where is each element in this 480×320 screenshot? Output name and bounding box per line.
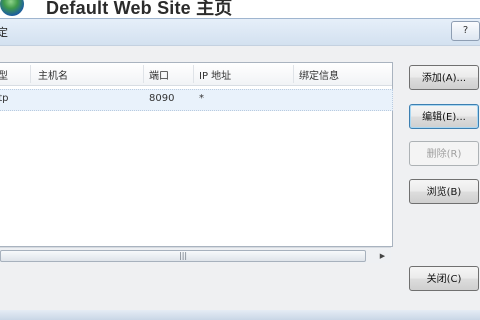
- column-header-type[interactable]: 类型: [0, 67, 8, 82]
- globe-icon: [0, 0, 24, 16]
- remove-button[interactable]: 删除(R): [409, 141, 479, 166]
- edit-button[interactable]: 编辑(E)...: [409, 104, 479, 129]
- column-header-ip[interactable]: IP 地址: [199, 67, 231, 82]
- dialog-titlebar: 绑定 ?: [0, 18, 480, 46]
- scroll-grip-icon: |||: [179, 251, 188, 260]
- bindings-dialog: 绑定 ? 类型 主机名 端口 IP 地址 绑定信息 http 8090 * ||…: [0, 18, 480, 320]
- column-separator[interactable]: [293, 65, 294, 83]
- table-row[interactable]: http 8090 *: [0, 89, 393, 111]
- column-header-binding-info[interactable]: 绑定信息: [299, 67, 339, 82]
- scrollbar-thumb[interactable]: |||: [0, 250, 366, 262]
- bindings-list[interactable]: 类型 主机名 端口 IP 地址 绑定信息 http 8090 * ||| ▶: [0, 62, 393, 263]
- add-button[interactable]: 添加(A)...: [409, 65, 479, 90]
- cell-type: http: [0, 93, 9, 104]
- list-header: 类型 主机名 端口 IP 地址 绑定信息: [0, 63, 392, 86]
- cell-port: 8090: [149, 93, 175, 104]
- scroll-right-arrow-icon[interactable]: ▶: [376, 250, 389, 262]
- site-header: Default Web Site 主页: [0, 0, 480, 18]
- browse-button[interactable]: 浏览(B): [409, 179, 479, 204]
- help-button[interactable]: ?: [451, 21, 480, 41]
- dialog-title: 绑定: [0, 26, 8, 39]
- column-separator[interactable]: [143, 65, 144, 83]
- close-button[interactable]: 关闭(C): [409, 266, 479, 291]
- column-separator[interactable]: [30, 65, 31, 83]
- horizontal-scrollbar[interactable]: ||| ▶: [0, 247, 391, 263]
- cell-ip: *: [199, 93, 204, 104]
- column-header-port[interactable]: 端口: [149, 67, 169, 82]
- dialog-bottom-border: [0, 310, 480, 320]
- column-separator[interactable]: [193, 65, 194, 83]
- site-title: Default Web Site 主页: [46, 0, 233, 18]
- column-header-host[interactable]: 主机名: [38, 67, 68, 82]
